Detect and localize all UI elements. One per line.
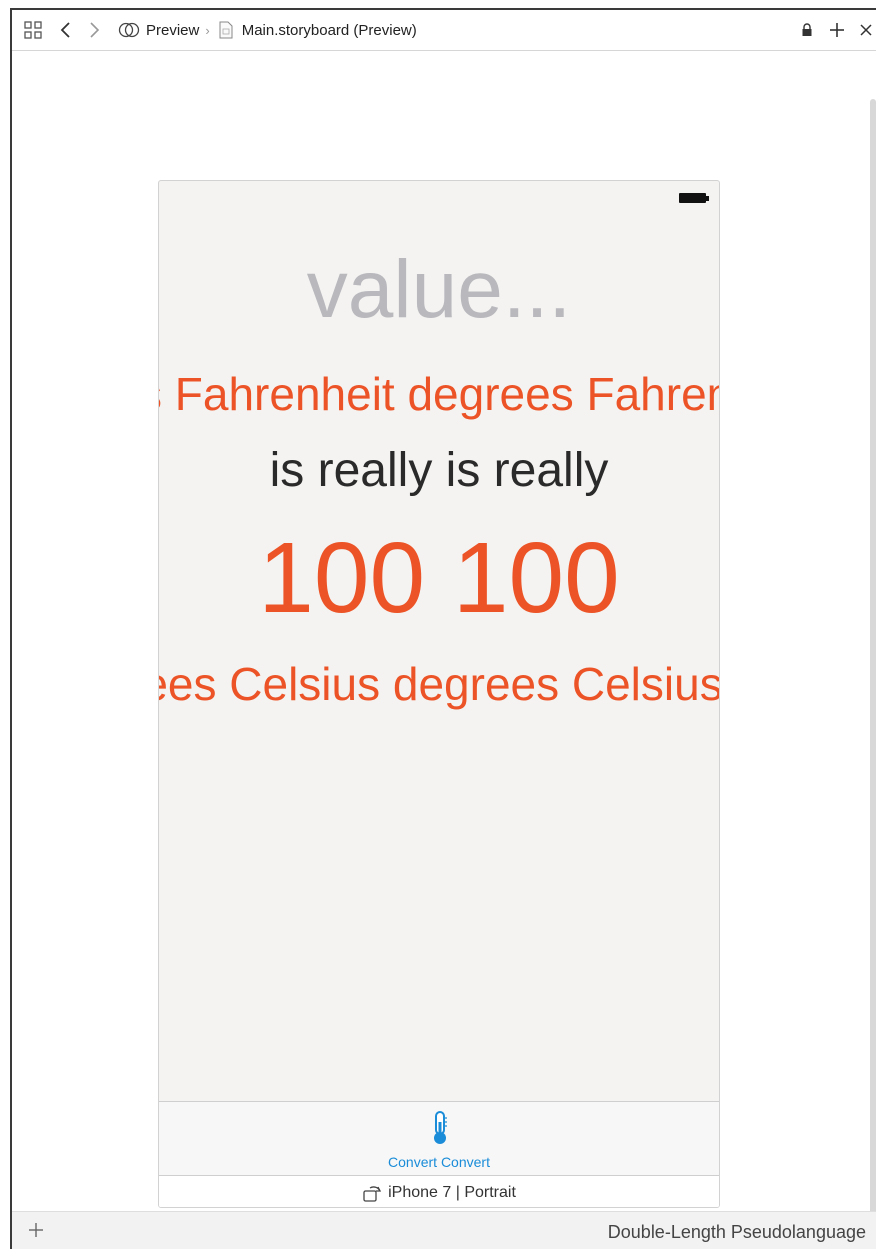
thermometer-icon (429, 1110, 451, 1146)
preview-canvas: value... s Fahrenheit degrees Fahrenheit… (12, 51, 876, 1215)
bottom-bar: Double-Length Pseudolanguage (12, 1211, 876, 1249)
vertical-scrollbar[interactable] (870, 99, 876, 1215)
chevron-right-icon[interactable] (86, 18, 102, 42)
add-device-icon[interactable] (26, 1220, 46, 1240)
is-really-label: is really is really (269, 444, 609, 497)
device-preview: value... s Fahrenheit degrees Fahrenheit… (158, 180, 720, 1208)
result-value-label: 100 100 (258, 522, 620, 634)
device-orientation-bar[interactable]: iPhone 7 | Portrait (159, 1175, 719, 1207)
language-selector[interactable]: Double-Length Pseudolanguage (608, 1222, 866, 1243)
celsius-label-container: rees Celsius degrees Celsius (159, 657, 719, 717)
tab-bar: Convert Convert (159, 1101, 719, 1175)
chevron-left-icon[interactable] (58, 18, 74, 42)
jump-bar: Preview › Main.storyboard (Preview) (12, 10, 876, 51)
preview-window: Preview › Main.storyboard (Preview) valu… (10, 8, 876, 1249)
close-icon[interactable] (858, 18, 874, 42)
value-text-field[interactable]: value... (159, 243, 719, 337)
breadcrumb-preview[interactable]: Preview (146, 22, 199, 39)
fahrenheit-label-container: s Fahrenheit degrees Fahrenheit (159, 367, 719, 427)
breadcrumb-storyboard[interactable]: Main.storyboard (Preview) (242, 22, 417, 39)
fahrenheit-label: s Fahrenheit degrees Fahrenheit (159, 368, 719, 420)
tab-convert[interactable]: Convert Convert (159, 1102, 719, 1175)
lock-icon[interactable] (800, 18, 814, 42)
battery-icon (679, 193, 709, 203)
device-label: iPhone 7 | Portrait (388, 1183, 516, 1201)
grid-icon[interactable] (22, 18, 44, 42)
breadcrumb-separator: › (205, 22, 210, 38)
tab-convert-label: Convert Convert (388, 1154, 490, 1170)
storyboard-file-icon (218, 18, 234, 42)
jump-bar-actions (800, 10, 876, 50)
preview-icon[interactable] (118, 18, 140, 42)
plus-icon[interactable] (828, 18, 846, 42)
rotate-icon[interactable] (362, 1183, 384, 1203)
celsius-label: rees Celsius degrees Celsius (159, 658, 719, 710)
